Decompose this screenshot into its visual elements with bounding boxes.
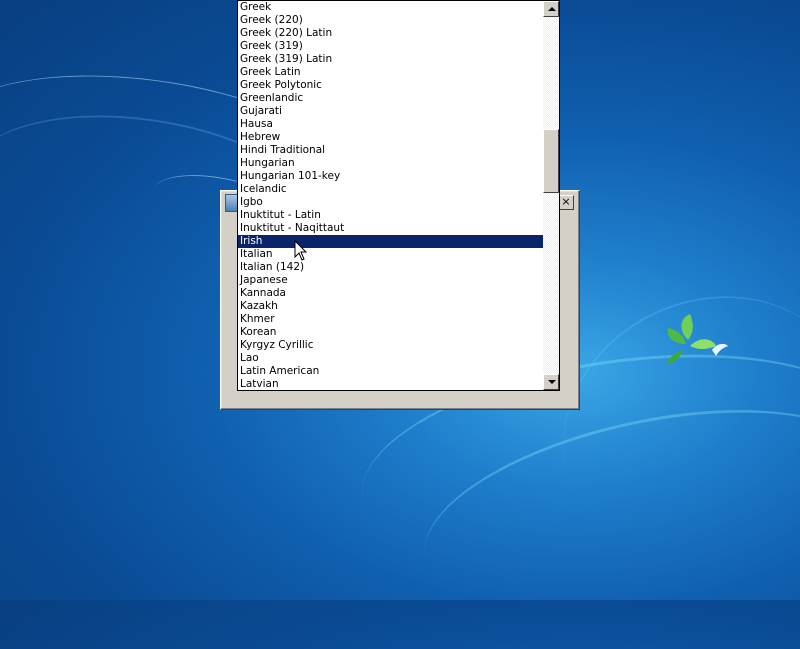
language-list-item[interactable]: Hebrew (238, 131, 544, 144)
arrow-down-icon (548, 380, 556, 384)
language-list-item[interactable]: Italian (238, 248, 544, 261)
language-list-item[interactable]: Irish (238, 235, 544, 248)
list-scrollbar[interactable] (543, 1, 559, 390)
language-list-item[interactable]: Greek Latin (238, 66, 544, 79)
scroll-up-button[interactable] (543, 1, 559, 17)
language-list-item[interactable]: Japanese (238, 274, 544, 287)
mouse-pointer-icon (294, 240, 308, 261)
scroll-thumb[interactable] (543, 129, 559, 193)
language-list-item[interactable]: Hungarian 101-key (238, 170, 544, 183)
arrow-up-icon (548, 7, 556, 11)
language-list-item[interactable]: Hausa (238, 118, 544, 131)
close-button[interactable]: × (558, 195, 574, 210)
language-list-item[interactable]: Greek (319) Latin (238, 53, 544, 66)
language-list-item[interactable]: Greek Polytonic (238, 79, 544, 92)
language-list-item[interactable]: Inuktitut - Naqittaut (238, 222, 544, 235)
language-list-item[interactable]: Gujarati (238, 105, 544, 118)
language-list-item[interactable]: Greek (220) Latin (238, 27, 544, 40)
language-list-item[interactable]: Hungarian (238, 157, 544, 170)
language-list-item[interactable]: Greek (238, 1, 544, 14)
language-list-item[interactable]: Latvian (238, 378, 544, 390)
language-list-item[interactable]: Italian (142) (238, 261, 544, 274)
windows-leaf-logo (666, 314, 728, 364)
language-list-item[interactable]: Inuktitut - Latin (238, 209, 544, 222)
language-list-item[interactable]: Lao (238, 352, 544, 365)
language-list-item[interactable]: Kazakh (238, 300, 544, 313)
language-list-item[interactable]: Igbo (238, 196, 544, 209)
language-list-item[interactable]: Greek (220) (238, 14, 544, 27)
scroll-down-button[interactable] (543, 374, 559, 390)
close-icon: × (561, 195, 571, 208)
language-list-item[interactable]: Khmer (238, 313, 544, 326)
language-list-item[interactable]: Kannada (238, 287, 544, 300)
language-list-items: Greek Greek (220) Greek (220) Latin Greek (… (238, 1, 544, 390)
language-list-item[interactable]: Hindi Traditional (238, 144, 544, 157)
language-list-item[interactable]: Kyrgyz Cyrillic (238, 339, 544, 352)
language-list-item[interactable]: Greek (319) (238, 40, 544, 53)
language-dropdown-list[interactable]: Greek Greek (220) Greek (220) Latin Greek (… (237, 0, 560, 391)
language-list-item[interactable]: Korean (238, 326, 544, 339)
language-list-item[interactable]: Icelandic (238, 183, 544, 196)
language-list-item[interactable]: Latin American (238, 365, 544, 378)
language-list-item[interactable]: Greenlandic (238, 92, 544, 105)
